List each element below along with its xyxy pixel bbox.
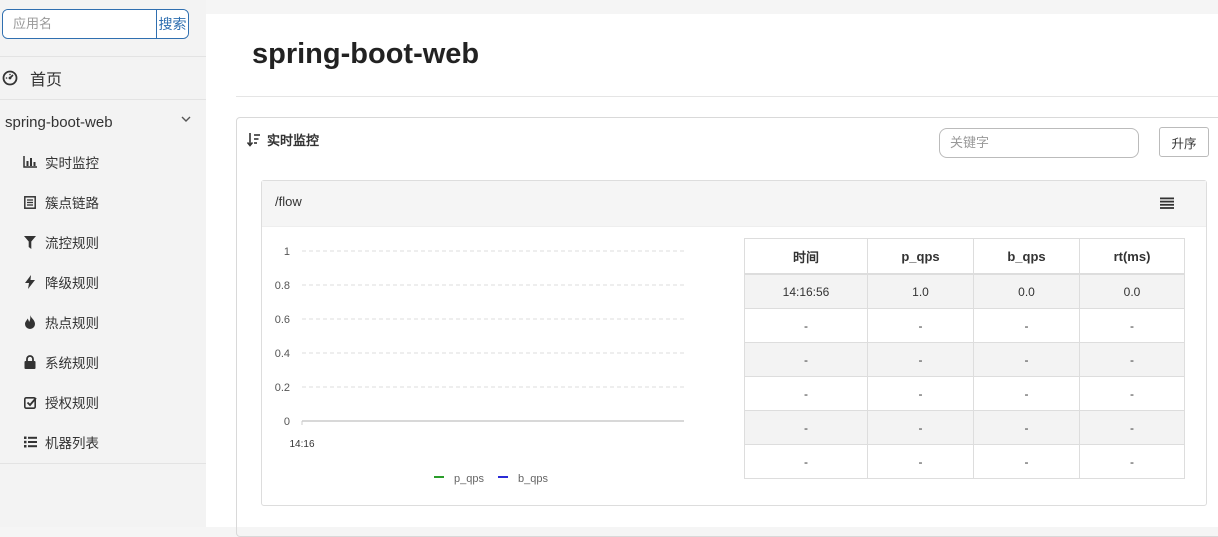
keyword-input[interactable] xyxy=(939,128,1139,158)
table-cell: - xyxy=(867,376,974,411)
column-header: b_qps xyxy=(973,238,1080,275)
app-name: spring-boot-web xyxy=(5,113,113,131)
sidebar-item-flow-rules[interactable]: 流控规则 xyxy=(0,222,206,262)
table-cell: - xyxy=(744,376,868,411)
table-row: ---- xyxy=(744,376,1185,411)
nav-home[interactable]: 首页 xyxy=(0,56,206,100)
page-title: spring-boot-web xyxy=(252,38,480,70)
table-cell: - xyxy=(867,410,974,445)
table-row: ---- xyxy=(744,342,1185,377)
dashboard-icon xyxy=(2,70,18,86)
table-cell: 14:16:56 xyxy=(744,273,868,309)
sidebar-item-realtime-monitor[interactable]: 实时监控 xyxy=(0,142,206,182)
qps-line-chart: 1 0.8 0.6 0.4 0.2 0 14:16 p_qps b_qps xyxy=(275,246,684,485)
check-square-icon xyxy=(23,395,37,409)
menu-icon[interactable] xyxy=(1160,196,1174,210)
y-tick-label: 0.2 xyxy=(275,382,290,394)
table-cell: - xyxy=(744,444,868,479)
table-row: ---- xyxy=(744,444,1185,479)
bolt-icon xyxy=(23,275,37,289)
main-content: spring-boot-web 实时监控 升序 /flow xyxy=(206,14,1218,537)
table-cell: - xyxy=(867,308,974,343)
sidebar-item-label: 系统规则 xyxy=(45,356,99,372)
app-search-input[interactable] xyxy=(3,10,156,38)
search-button[interactable]: 搜索 xyxy=(156,10,188,38)
lock-icon xyxy=(23,355,37,369)
chevron-down-icon[interactable] xyxy=(180,113,192,125)
table-cell: - xyxy=(973,410,1080,445)
sidebar-item-label: 簇点链路 xyxy=(45,196,99,212)
table-cell: - xyxy=(1079,308,1185,343)
app-search: 搜索 xyxy=(2,9,189,39)
table-cell: 0.0 xyxy=(973,273,1080,309)
panel-header: 实时监控 xyxy=(247,130,319,149)
list-ul-icon xyxy=(23,435,37,449)
y-tick-label: 1 xyxy=(284,246,290,258)
bar-chart-icon xyxy=(23,155,37,169)
sidebar-item-label: 授权规则 xyxy=(45,396,99,412)
sidebar-item-auth-rules[interactable]: 授权规则 xyxy=(0,382,206,422)
table-cell: - xyxy=(1079,376,1185,411)
table-cell: - xyxy=(973,342,1080,377)
column-header: 时间 xyxy=(744,238,868,275)
table-cell: - xyxy=(973,376,1080,411)
sidebar-item-label: 机器列表 xyxy=(45,436,99,452)
table-cell: - xyxy=(867,342,974,377)
panel-title: 实时监控 xyxy=(267,134,320,149)
table-row: 14:16:56 1.0 0.0 0.0 xyxy=(744,273,1185,309)
nav-home-label: 首页 xyxy=(30,70,63,89)
y-tick-label: 0.4 xyxy=(275,348,290,360)
app-group-header[interactable]: spring-boot-web xyxy=(0,101,206,143)
resource-name: /flow xyxy=(275,194,302,209)
sidebar-item-hotspot-rules[interactable]: 热点规则 xyxy=(0,302,206,342)
fire-icon xyxy=(23,315,37,329)
sidebar-item-system-rules[interactable]: 系统规则 xyxy=(0,342,206,382)
table-cell: 0.0 xyxy=(1079,273,1185,309)
sidebar: 搜索 首页 spring-boot-web 实时监控 簇点链路 流控规则 xyxy=(0,0,206,527)
sidebar-item-machine-list[interactable]: 机器列表 xyxy=(0,422,206,462)
table-header-row: 时间 p_qps b_qps rt(ms) xyxy=(744,238,1185,275)
sort-icon xyxy=(247,132,260,147)
table-cell: - xyxy=(744,308,868,343)
resource-card-header: /flow xyxy=(262,181,1206,227)
table-cell: 1.0 xyxy=(867,273,974,309)
sidebar-item-degrade-rules[interactable]: 降级规则 xyxy=(0,262,206,302)
table-cell: - xyxy=(973,444,1080,479)
sidebar-item-label: 热点规则 xyxy=(45,316,99,332)
legend-label: b_qps xyxy=(518,473,548,485)
y-tick-label: 0.6 xyxy=(275,314,290,326)
table-cell: - xyxy=(867,444,974,479)
table-row: ---- xyxy=(744,410,1185,445)
table-row: ---- xyxy=(744,308,1185,343)
sidebar-item-label: 实时监控 xyxy=(45,156,99,172)
table-cell: - xyxy=(1079,410,1185,445)
table-cell: - xyxy=(744,410,868,445)
filter-icon xyxy=(23,235,37,249)
realtime-monitor-panel: 实时监控 升序 /flow 10.80.60.40.2014:16p_qpsb_… xyxy=(236,117,1218,537)
y-tick-label: 0 xyxy=(284,416,290,428)
sidebar-divider xyxy=(0,463,206,464)
sidebar-item-label: 流控规则 xyxy=(45,236,99,252)
metrics-table: 时间 p_qps b_qps rt(ms) 14:16:56 1.0 0.0 0.0-… xyxy=(744,238,1185,479)
table-cell: - xyxy=(973,308,1080,343)
top-bar xyxy=(206,0,1218,14)
y-tick-label: 0.8 xyxy=(275,280,290,292)
table-cell: - xyxy=(744,342,868,377)
column-header: rt(ms) xyxy=(1079,238,1185,275)
table-cell: - xyxy=(1079,342,1185,377)
resource-card: /flow 1 0.8 0.6 0.4 0.2 0 14:16 p_qps b_qps 时间 p… xyxy=(261,180,1207,506)
column-header: p_qps xyxy=(867,238,974,275)
sidebar-item-cluster-links[interactable]: 簇点链路 xyxy=(0,182,206,222)
x-tick-label: 14:16 xyxy=(289,439,314,450)
sidebar-item-label: 降级规则 xyxy=(45,276,99,292)
sort-ascending-button[interactable]: 升序 xyxy=(1159,127,1209,157)
table-cell: - xyxy=(1079,444,1185,479)
list-icon xyxy=(23,195,37,209)
divider xyxy=(236,96,1218,97)
legend-label: p_qps xyxy=(454,473,484,485)
